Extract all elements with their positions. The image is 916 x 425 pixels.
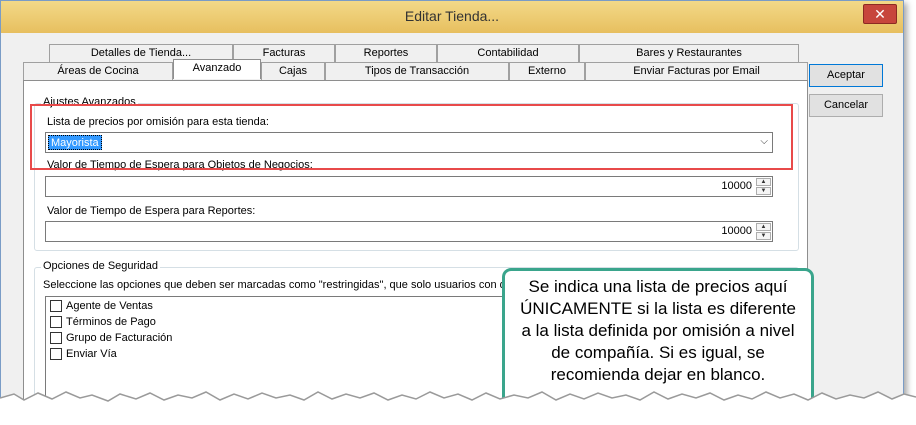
close-button[interactable]: ✕ (863, 4, 897, 24)
checkbox[interactable] (50, 348, 62, 360)
accept-button[interactable]: Aceptar (809, 64, 883, 87)
window-title: Editar Tienda... (404, 8, 500, 24)
tab-bares-y-restaurantes[interactable]: Bares y Restaurantes (579, 44, 799, 62)
torn-edge-decoration (0, 391, 916, 425)
security-instructions: Seleccione las opciones que deben ser ma… (43, 279, 512, 291)
checkbox[interactable] (50, 332, 62, 344)
tab-areas-de-cocina[interactable]: Áreas de Cocina (23, 62, 173, 80)
timeout-reports-value: 10000 (721, 225, 752, 237)
tab-avanzado[interactable]: Avanzado (173, 59, 261, 79)
chevron-down-icon[interactable]: ▼ (756, 187, 771, 195)
callout-text: Se indica una lista de precios aquí ÚNIC… (520, 277, 796, 384)
chevron-down-icon[interactable]: ▼ (756, 232, 771, 240)
tab-externo[interactable]: Externo (509, 62, 585, 80)
stepper-buttons: ▲ ▼ (756, 223, 771, 240)
pricelist-highlight-box (30, 104, 793, 170)
tab-tipos-de-transaccion[interactable]: Tipos de Transacción (325, 62, 509, 80)
tab-row-front: Áreas de Cocina Avanzado Cajas Tipos de … (23, 59, 808, 80)
tab-cajas[interactable]: Cajas (261, 62, 325, 80)
tab-contabilidad[interactable]: Contabilidad (437, 44, 579, 62)
cancel-button[interactable]: Cancelar (809, 94, 883, 117)
stepper-buttons: ▲ ▼ (756, 178, 771, 195)
checkbox[interactable] (50, 300, 62, 312)
tab-row-back: Detalles de Tienda... Facturas Reportes … (49, 44, 799, 62)
timeout-business-value: 10000 (721, 180, 752, 192)
close-icon: ✕ (874, 6, 886, 22)
chevron-up-icon[interactable]: ▲ (756, 223, 771, 231)
title-bar[interactable]: Editar Tienda... ✕ (1, 1, 903, 33)
tab-enviar-facturas-por-email[interactable]: Enviar Facturas por Email (585, 62, 808, 80)
timeout-reports-label: Valor de Tiempo de Espera para Reportes: (47, 205, 256, 217)
timeout-reports-stepper[interactable]: 10000 ▲ ▼ (45, 221, 773, 242)
security-options-title: Opciones de Seguridad (41, 260, 160, 272)
timeout-business-stepper[interactable]: 10000 ▲ ▼ (45, 176, 773, 197)
tab-reportes[interactable]: Reportes (335, 44, 437, 62)
checkbox[interactable] (50, 316, 62, 328)
chevron-up-icon[interactable]: ▲ (756, 178, 771, 186)
